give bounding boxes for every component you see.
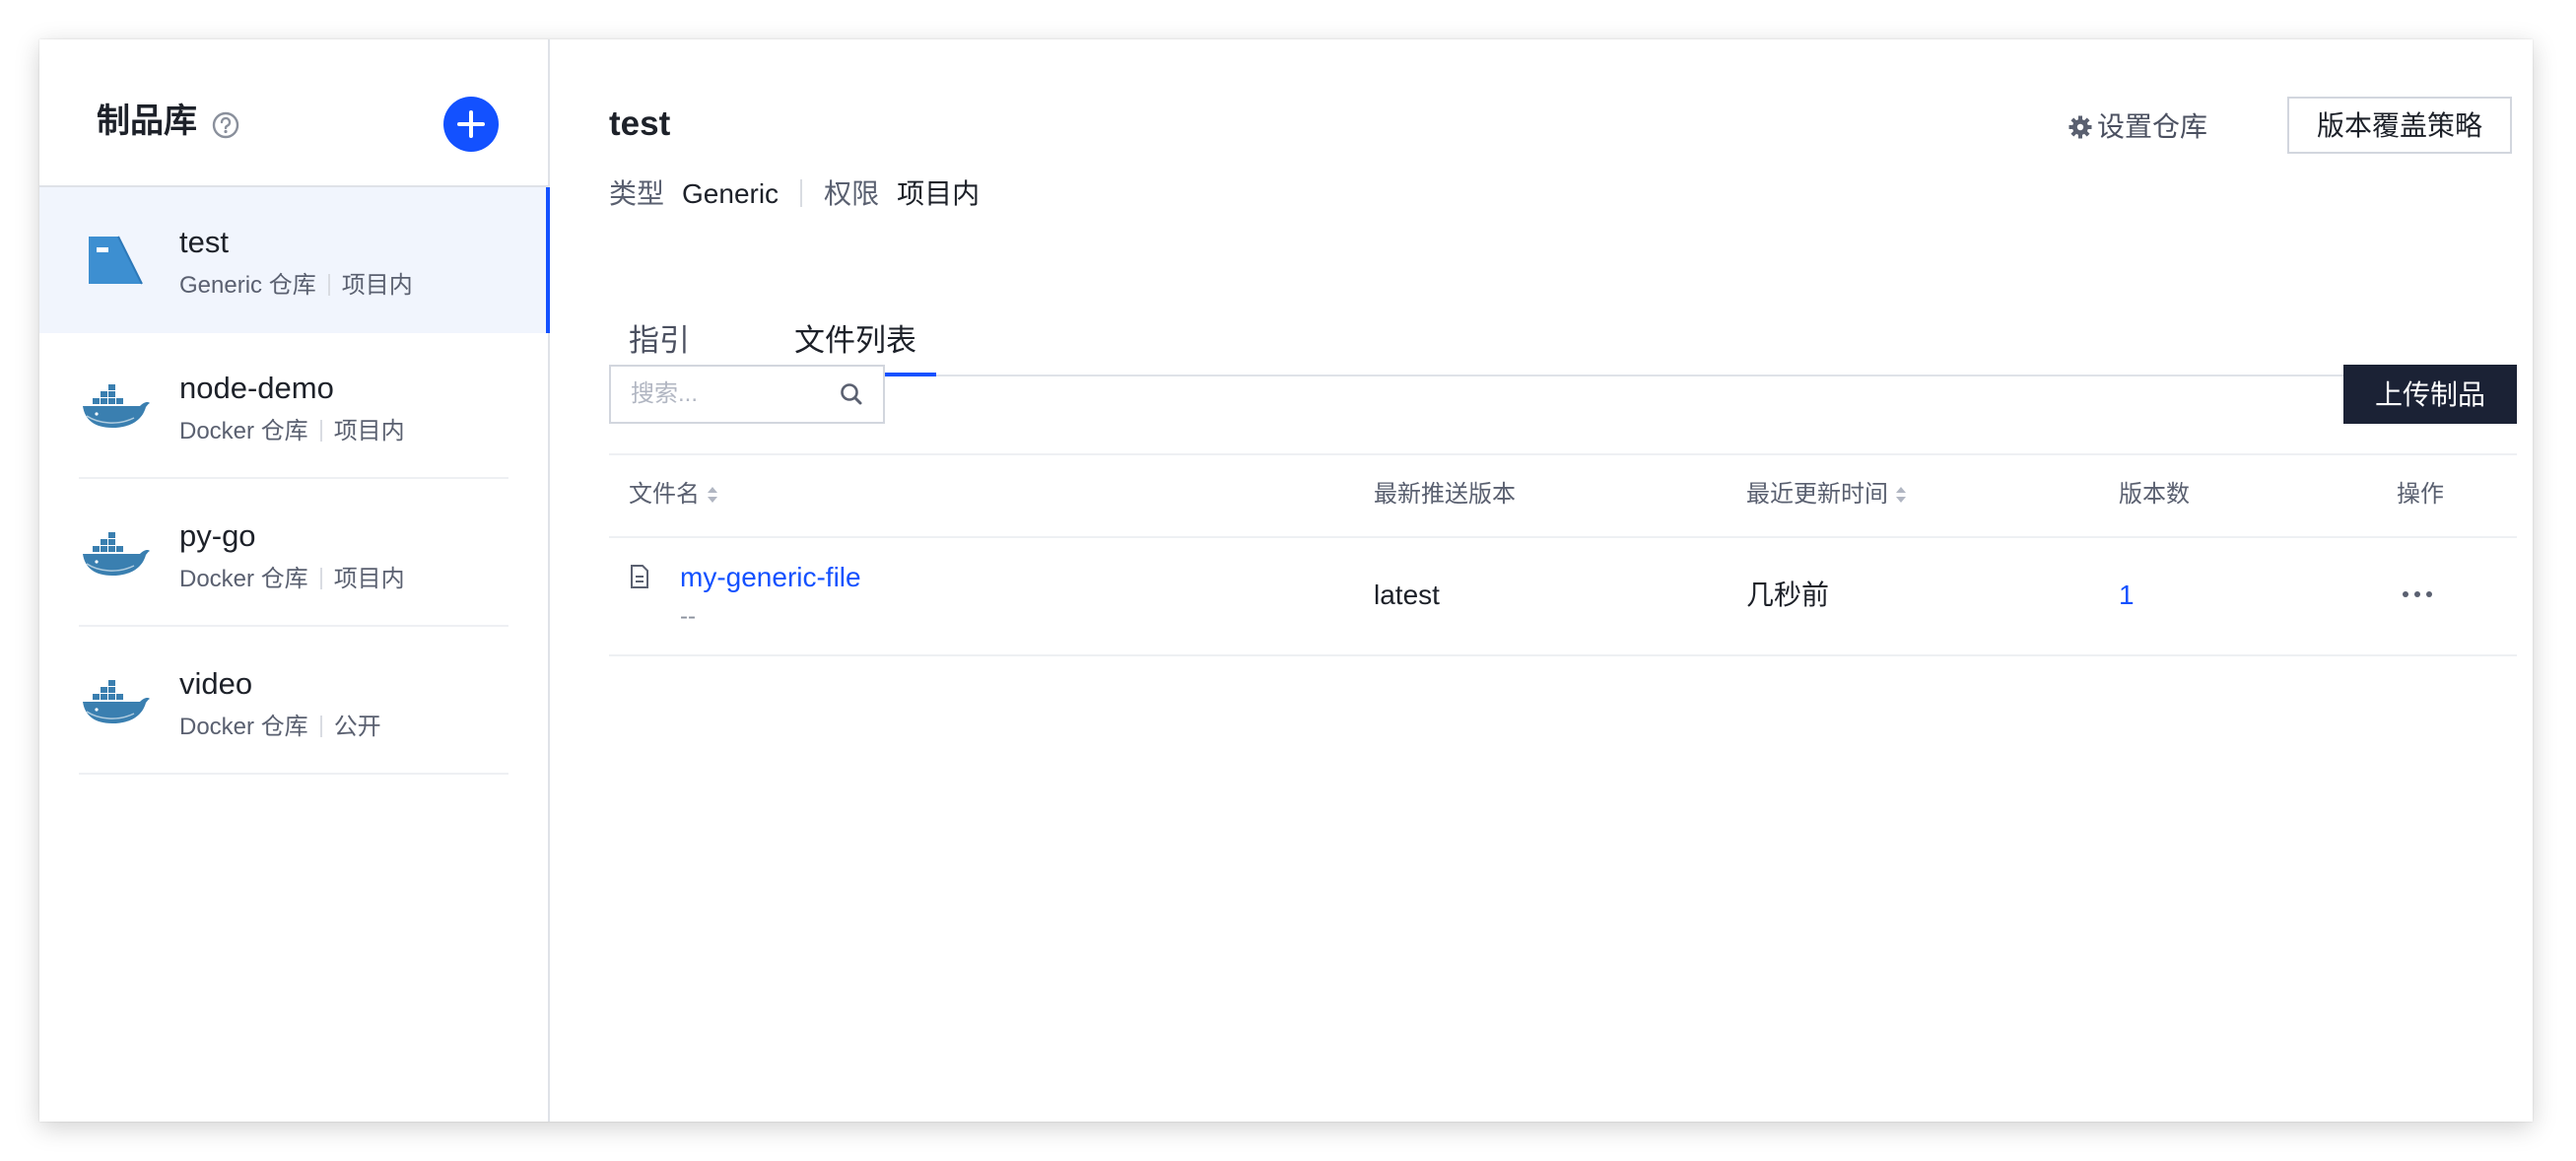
repo-settings-label: 设置仓库 [2097,111,2208,142]
plus-icon [457,110,485,138]
type-value: Generic [682,178,780,209]
row-divider [79,477,508,479]
question-circle-icon[interactable] [211,110,240,140]
repo-name: test [179,225,229,259]
sort-icon[interactable] [706,484,719,506]
sidebar: 制品库 test Generic 仓库 项目内 node-demo Docker… [39,39,550,1122]
column-header-updated-time[interactable]: 最近更新时间 [1746,483,1908,507]
page-title: test [609,104,671,143]
info-divider [800,179,803,207]
meta-divider [327,274,330,296]
file-icon [631,565,648,588]
latest-version: latest [1374,580,1440,610]
repo-name: py-go [179,518,256,553]
repo-scope: 项目内 [333,566,405,592]
repo-type: Generic 仓库 [179,272,316,299]
row-divider [79,625,508,627]
file-name-link[interactable]: my-generic-file [680,564,861,591]
tab-bar: 指引 文件列表 [609,304,2513,376]
table-row[interactable]: my-generic-file -- latest 几秒前 1 [609,536,2517,656]
version-count-link[interactable]: 1 [2119,581,2135,609]
repo-scope: 项目内 [333,418,405,444]
repo-scope: 项目内 [341,272,413,299]
repo-info-row: 类型 Generic 权限 项目内 [609,179,980,208]
repo-meta: Docker 仓库 项目内 [179,568,405,591]
repo-settings-link[interactable]: 设置仓库 [2068,110,2207,144]
column-header-label: 文件名 [629,481,700,508]
gear-icon [2068,115,2092,139]
sidebar-header: 制品库 [39,39,548,187]
repo-type: Docker 仓库 [179,418,308,444]
docker-icon [83,384,150,428]
type-label: 类型 [609,178,665,209]
permission-label: 权限 [824,178,880,209]
search-icon[interactable] [838,380,865,408]
column-header-latest-version: 最新推送版本 [1374,481,1516,508]
generic-repo-icon [89,236,143,285]
repo-meta: Docker 仓库 公开 [179,716,381,739]
add-repo-button[interactable] [443,97,499,152]
tab-guide[interactable]: 指引 [629,325,690,356]
repo-meta: Generic 仓库 项目内 [179,274,413,298]
meta-divider [319,420,322,442]
repo-item-video[interactable]: video Docker 仓库 公开 [39,629,548,775]
search-box[interactable] [609,365,885,424]
sidebar-title: 制品库 [97,102,197,140]
file-description: -- [680,603,696,630]
column-header-actions: 操作 [2397,481,2444,508]
column-header-label: 最近更新时间 [1746,481,1888,508]
more-options-icon[interactable] [2401,587,2434,601]
repo-name: video [179,666,253,701]
column-header-filename[interactable]: 文件名 [629,483,719,507]
docker-icon [83,532,150,576]
meta-divider [319,568,322,589]
sort-icon[interactable] [1894,484,1908,506]
search-input[interactable] [631,376,828,412]
repo-item-test[interactable]: test Generic 仓库 项目内 [39,187,550,333]
permission-value: 项目内 [897,178,981,209]
docker-icon [83,680,150,723]
repo-scope: 公开 [333,714,381,740]
version-overwrite-policy-button[interactable]: 版本覆盖策略 [2287,97,2512,154]
tab-file-list[interactable]: 文件列表 [794,325,916,356]
repo-item-py-go[interactable]: py-go Docker 仓库 项目内 [39,481,548,627]
app-window: 制品库 test Generic 仓库 项目内 node-demo Docker… [39,39,2533,1122]
main-panel: test 类型 Generic 权限 项目内 设置仓库 版本覆盖策略 指引 文件… [550,39,2533,1122]
repo-type: Docker 仓库 [179,714,308,740]
table-header: 文件名 最新推送版本 最近更新时间 版本数 操作 [609,453,2517,538]
row-divider [79,773,508,775]
updated-time: 几秒前 [1746,580,1830,610]
upload-artifact-button[interactable]: 上传制品 [2343,365,2517,424]
column-header-version-count: 版本数 [2119,481,2190,508]
repo-name: node-demo [179,371,334,405]
repo-type: Docker 仓库 [179,566,308,592]
repo-item-node-demo[interactable]: node-demo Docker 仓库 项目内 [39,333,548,479]
meta-divider [319,716,322,737]
repo-meta: Docker 仓库 项目内 [179,420,405,444]
